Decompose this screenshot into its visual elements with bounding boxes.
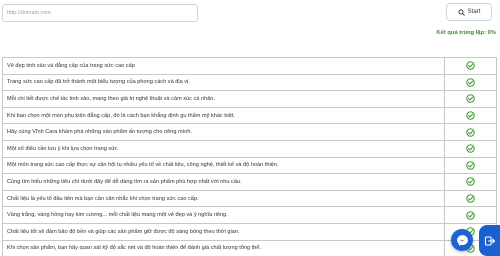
table-row: Mỗi chi tiết được chế tác tinh xảo, mang… <box>2 90 497 108</box>
table-row: Hãy cùng Vĩnh Cara khám phá những sản ph… <box>2 123 497 141</box>
table-row: Khi bạn chọn một món phụ kiện đẳng cấp, … <box>2 106 497 125</box>
row-status <box>444 73 497 92</box>
exit-icon <box>484 236 495 245</box>
row-status <box>444 106 497 125</box>
check-circle-icon <box>466 177 475 187</box>
row-text: Chất liệu là yếu tố đầu tiên mà bạn cần … <box>2 189 445 208</box>
messenger-button[interactable] <box>451 229 473 251</box>
row-status <box>444 189 497 208</box>
start-button[interactable]: Start <box>446 3 492 21</box>
row-text: Vẻ đẹp tinh xảo và đẳng cấp của trang sứ… <box>2 57 445 75</box>
table-row: Vàng trắng, vàng hồng hay kim cương... m… <box>2 206 497 224</box>
row-status <box>444 90 497 108</box>
check-circle-icon <box>466 61 475 71</box>
row-text: Vàng trắng, vàng hồng hay kim cương... m… <box>2 206 445 224</box>
row-status <box>444 206 497 224</box>
check-circle-icon <box>466 144 475 154</box>
row-text: Khi chọn sản phẩm, bạn hãy quan sát kỹ đ… <box>2 239 445 256</box>
table-row: Khi chọn sản phẩm, bạn hãy quan sát kỹ đ… <box>2 239 497 256</box>
row-status <box>444 156 497 175</box>
table-row: Chất liệu là yếu tố đầu tiên mà bạn cần … <box>2 189 497 208</box>
table-row: Cùng tìm hiểu những tiêu chí dưới đây để… <box>2 173 497 191</box>
check-circle-icon <box>466 194 475 203</box>
row-text: Hãy cùng Vĩnh Cara khám phá những sản ph… <box>2 123 445 141</box>
check-circle-icon <box>466 127 475 137</box>
row-text: Một số điều cần lưu ý khi lựa chọn trang… <box>2 139 445 158</box>
table-row: Một món trang sức cao cấp thực sự cần hộ… <box>2 156 497 175</box>
messenger-icon <box>456 234 468 246</box>
url-input[interactable] <box>2 4 198 22</box>
results-table: Vẻ đẹp tinh xảo và đẳng cấp của trang sứ… <box>2 57 497 256</box>
match-rate-text: Kết quả trùng lặp: 0% <box>436 30 496 36</box>
row-status <box>444 57 497 75</box>
row-text: Chất liệu tốt sẽ đảm bảo độ bền và giúp … <box>2 222 445 241</box>
table-row: Một số điều cần lưu ý khi lựa chọn trang… <box>2 139 497 158</box>
row-status <box>444 123 497 141</box>
row-text: Một món trang sức cao cấp thực sự cần hộ… <box>2 156 445 175</box>
check-circle-icon <box>466 111 475 120</box>
row-text: Mỗi chi tiết được chế tác tinh xảo, mang… <box>2 90 445 108</box>
plagiarism-checker-page: Start Kết quả trùng lặp: 0% Vẻ đẹp tinh … <box>0 0 500 256</box>
table-row: Chất liệu tốt sẽ đảm bảo độ bền và giúp … <box>2 222 497 241</box>
table-row: Vẻ đẹp tinh xảo và đẳng cấp của trang sứ… <box>2 57 497 75</box>
row-status <box>444 139 497 158</box>
start-button-label: Start <box>467 9 481 15</box>
row-text: Trang sức cao cấp đã trở thành một biểu … <box>2 73 445 92</box>
row-status <box>444 173 497 191</box>
check-circle-icon <box>466 94 475 104</box>
search-icon <box>458 8 465 16</box>
check-circle-icon <box>466 161 475 170</box>
table-row: Trang sức cao cấp đã trở thành một biểu … <box>2 73 497 92</box>
results-table-body: Vẻ đẹp tinh xảo và đẳng cấp của trang sứ… <box>2 57 497 256</box>
row-text: Cùng tìm hiểu những tiêu chí dưới đây để… <box>2 173 445 191</box>
check-circle-icon <box>466 78 475 87</box>
check-circle-icon <box>466 210 475 220</box>
row-text: Khi bạn chọn một món phụ kiện đẳng cấp, … <box>2 106 445 125</box>
side-exit-button[interactable] <box>479 225 500 256</box>
